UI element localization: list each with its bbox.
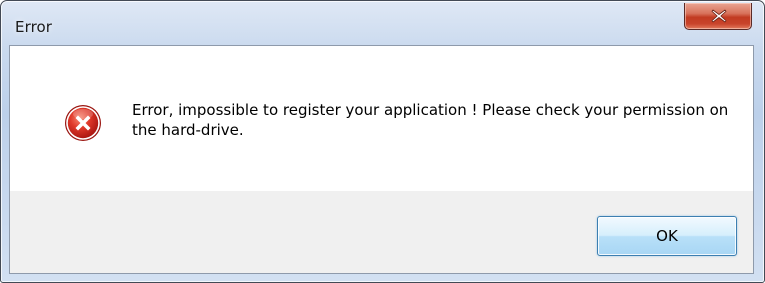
error-message: Error, impossible to register your appli… <box>132 101 729 139</box>
title-bar[interactable]: Error <box>1 1 764 45</box>
error-dialog-window: Error Error, impossible to register your… <box>0 0 765 283</box>
dialog-body: Error, impossible to register your appli… <box>9 45 754 274</box>
close-icon <box>711 9 727 23</box>
ok-button[interactable]: OK <box>597 216 737 256</box>
close-button[interactable] <box>684 3 752 30</box>
message-area: Error, impossible to register your appli… <box>10 46 753 191</box>
error-icon <box>65 105 101 141</box>
window-title: Error <box>15 18 53 36</box>
